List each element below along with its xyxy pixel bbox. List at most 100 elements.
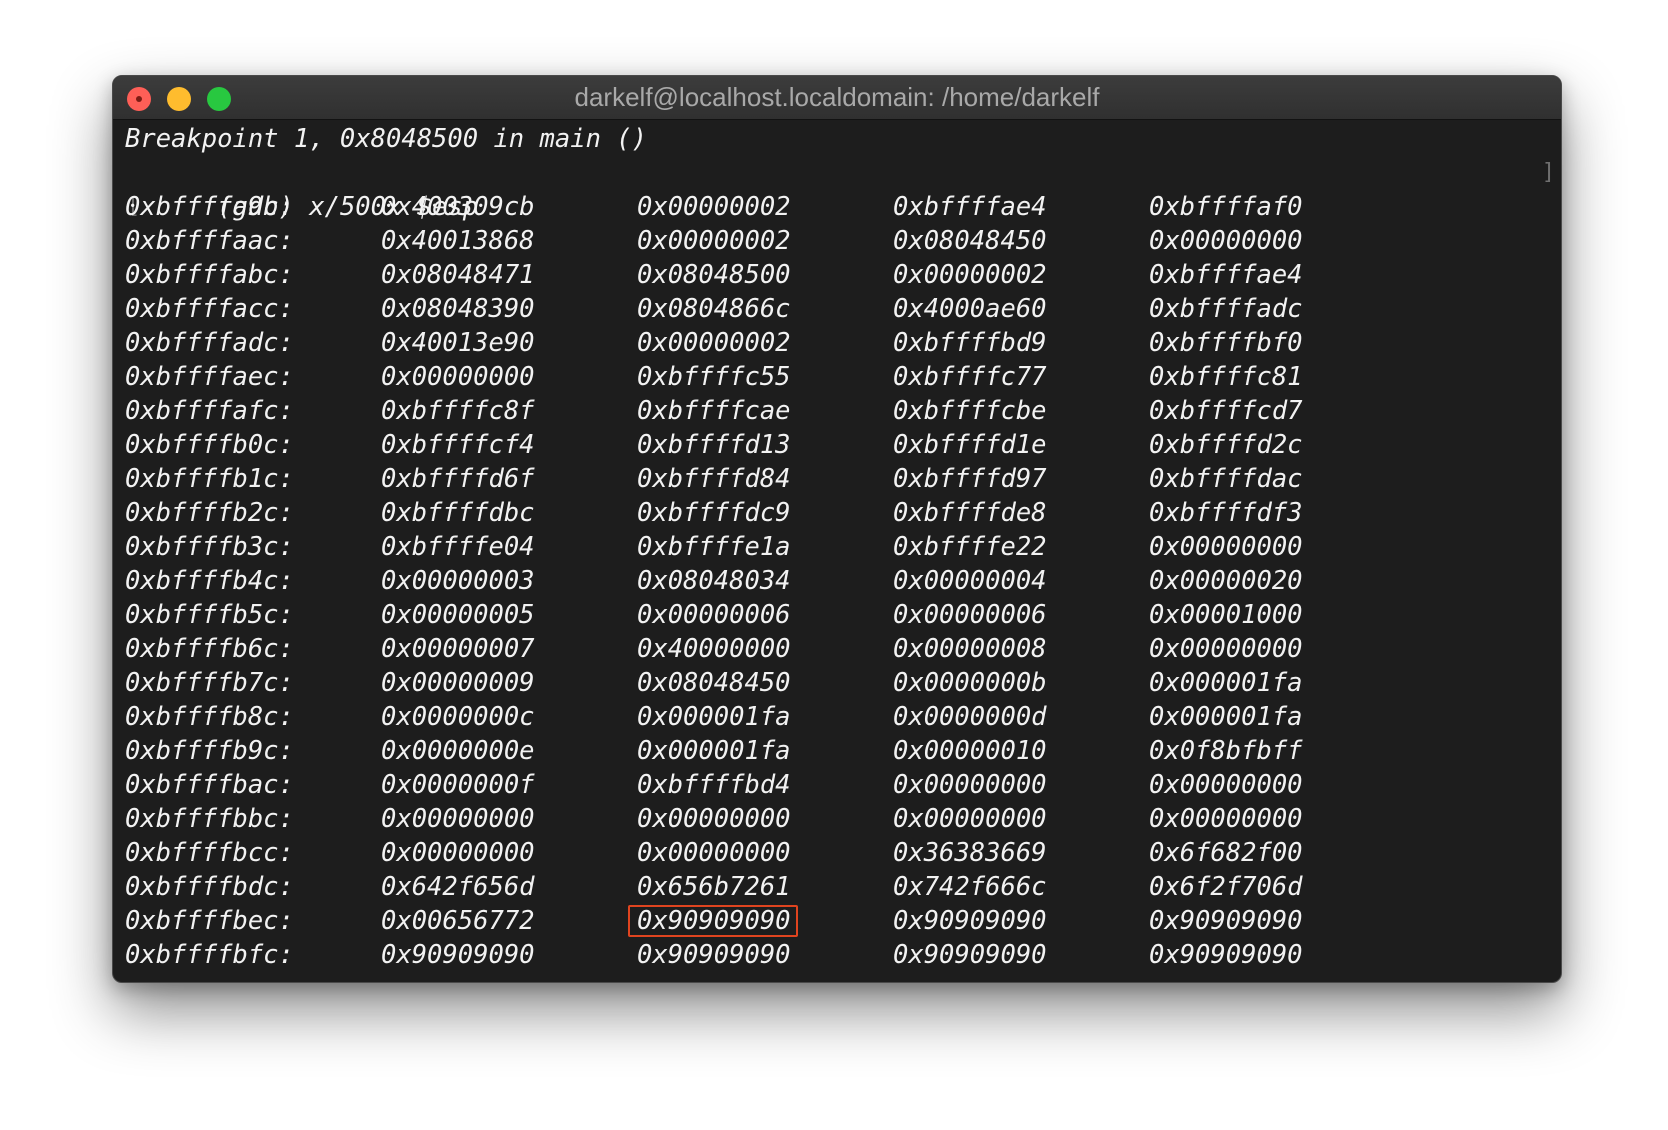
memory-word: 0xbffffdf3 [1149, 498, 1303, 528]
memory-row: 0xbffffb8c: 0x0000000c 0x000001fa 0x0000000… [125, 700, 1561, 734]
memory-word: 0x000001fa [637, 702, 791, 732]
memory-word: 0x00000007 [381, 634, 535, 664]
memory-word: 0x6f682f00 [1149, 838, 1303, 868]
memory-word: 0x00000004 [893, 566, 1047, 596]
memory-row: 0xbffffb0c: 0xbffffcf4 0xbffffd13 0xbffffd1… [125, 428, 1561, 462]
memory-address: 0xbffffaac: [125, 226, 294, 256]
memory-row: 0xbffffb7c: 0x00000009 0x08048450 0x0000000… [125, 666, 1561, 700]
memory-row: 0xbffffb1c: 0xbffffd6f 0xbffffd84 0xbffffd9… [125, 462, 1561, 496]
memory-word: 0xbffffdc9 [637, 498, 791, 528]
memory-word: 0x90909090 [637, 906, 791, 936]
memory-word: 0x00000000 [637, 804, 791, 834]
memory-word: 0x00000002 [637, 226, 791, 256]
memory-word: 0x000001fa [1149, 702, 1303, 732]
terminal-output[interactable]: Breakpoint 1, 0x8048500 in main () [(gdb… [113, 120, 1561, 982]
memory-word: 0xbffffbd9 [893, 328, 1047, 358]
memory-word: 0x08048500 [637, 260, 791, 290]
memory-row: 0xbffffb5c: 0x00000005 0x00000006 0x0000000… [125, 598, 1561, 632]
memory-address: 0xbffffb8c: [125, 702, 294, 732]
memory-row: 0xbffffadc: 0x40013e90 0x00000002 0xbffffbd… [125, 326, 1561, 360]
memory-word: 0x00000010 [893, 736, 1047, 766]
memory-address: 0xbffffb6c: [125, 634, 294, 664]
memory-word: 0xbffffde8 [893, 498, 1047, 528]
memory-address: 0xbffffbfc: [125, 940, 294, 970]
memory-word: 0x90909090 [893, 906, 1047, 936]
memory-word: 0x08048390 [381, 294, 535, 324]
memory-word: 0xbffffcf4 [381, 430, 535, 460]
memory-word: 0x400309cb [381, 192, 535, 222]
memory-word: 0xbffffae4 [1149, 260, 1303, 290]
memory-row: 0xbffffb3c: 0xbffffe04 0xbffffe1a 0xbffffe2… [125, 530, 1561, 564]
memory-word: 0x642f656d [381, 872, 535, 902]
memory-word: 0x36383669 [893, 838, 1047, 868]
breakpoint-line: Breakpoint 1, 0x8048500 in main () [125, 124, 647, 154]
memory-word: 0x0000000d [893, 702, 1047, 732]
memory-word: 0xbffffe1a [637, 532, 791, 562]
memory-row: 0xbffffb9c: 0x0000000e 0x000001fa 0x0000001… [125, 734, 1561, 768]
memory-row: 0xbffffbfc: 0x90909090 0x90909090 0x9090909… [125, 938, 1561, 972]
memory-word: 0x656b7261 [637, 872, 791, 902]
memory-word: 0x00000000 [1149, 634, 1303, 664]
memory-word: 0x4000ae60 [893, 294, 1047, 324]
memory-word: 0x00000002 [893, 260, 1047, 290]
memory-word: 0x00000009 [381, 668, 535, 698]
memory-address: 0xbffffbac: [125, 770, 294, 800]
memory-word: 0x0804866c [637, 294, 791, 324]
terminal-window: darkelf@localhost.localdomain: /home/dar… [112, 75, 1562, 983]
memory-address: 0xbffffb0c: [125, 430, 294, 460]
memory-address: 0xbffffadc: [125, 328, 294, 358]
memory-word: 0xbffffc81 [1149, 362, 1303, 392]
memory-address: 0xbffffb5c: [125, 600, 294, 630]
memory-word: 0xbffffd97 [893, 464, 1047, 494]
memory-word: 0x90909090 [1149, 940, 1303, 970]
memory-word: 0xbffffbf0 [1149, 328, 1303, 358]
memory-address: 0xbffffafc: [125, 396, 294, 426]
memory-address: 0xbffffb3c: [125, 532, 294, 562]
memory-row: 0xbffffbec: 0x00656772 0x90909090 0x9090909… [125, 904, 1561, 938]
memory-word: 0x00656772 [381, 906, 535, 936]
memory-word: 0xbffffadc [1149, 294, 1303, 324]
memory-word: 0x0000000b [893, 668, 1047, 698]
memory-word: 0x00000006 [893, 600, 1047, 630]
memory-row: 0xbffffbcc: 0x00000000 0x00000000 0x3638366… [125, 836, 1561, 870]
memory-word: 0x40013868 [381, 226, 535, 256]
memory-word: 0x00000000 [1149, 226, 1303, 256]
memory-word: 0x08048450 [893, 226, 1047, 256]
memory-word: 0xbffffdbc [381, 498, 535, 528]
memory-word: 0xbffffd2c [1149, 430, 1303, 460]
memory-row: 0xbffffaac: 0x40013868 0x00000002 0x0804845… [125, 224, 1561, 258]
memory-word: 0x00000002 [637, 328, 791, 358]
memory-row: 0xbffffbbc: 0x00000000 0x00000000 0x0000000… [125, 802, 1561, 836]
memory-word: 0xbffffcd7 [1149, 396, 1303, 426]
memory-word: 0x90909090 [637, 940, 791, 970]
memory-word: 0xbffffcae [637, 396, 791, 426]
memory-word: 0x0000000c [381, 702, 535, 732]
memory-word: 0x00000000 [1149, 770, 1303, 800]
memory-word: 0x000001fa [1149, 668, 1303, 698]
memory-word: 0xbffffc55 [637, 362, 791, 392]
memory-dump: 0xbffffa9c: 0x400309cb 0x00000002 0xbffffae… [125, 190, 1561, 972]
memory-word: 0x08048034 [637, 566, 791, 596]
memory-word: 0x6f2f706d [1149, 872, 1303, 902]
gdb-command-line: [(gdb) x/500x $esp ] [125, 156, 1561, 222]
memory-word: 0x00000000 [381, 362, 535, 392]
memory-word: 0x0000000e [381, 736, 535, 766]
memory-row: 0xbffffa9c: 0x400309cb 0x00000002 0xbffffae… [125, 190, 1561, 224]
memory-address: 0xbffffaec: [125, 362, 294, 392]
memory-word: 0x00001000 [1149, 600, 1303, 630]
memory-word: 0x00000000 [381, 804, 535, 834]
memory-address: 0xbffffb9c: [125, 736, 294, 766]
memory-word: 0xbffffd13 [637, 430, 791, 460]
memory-word: 0x0f8bfbff [1149, 736, 1303, 766]
memory-word: 0xbffffe22 [893, 532, 1047, 562]
title-bar[interactable]: darkelf@localhost.localdomain: /home/dar… [113, 76, 1561, 120]
memory-row: 0xbffffacc: 0x08048390 0x0804866c 0x4000ae6… [125, 292, 1561, 326]
memory-word: 0x00000000 [637, 838, 791, 868]
memory-row: 0xbffffaec: 0x00000000 0xbffffc55 0xbffffc7… [125, 360, 1561, 394]
memory-word: 0x00000005 [381, 600, 535, 630]
memory-word: 0xbffffd1e [893, 430, 1047, 460]
memory-address: 0xbffffacc: [125, 294, 294, 324]
memory-word: 0xbffffaf0 [1149, 192, 1303, 222]
memory-word: 0x0000000f [381, 770, 535, 800]
memory-address: 0xbffffa9c: [125, 192, 294, 222]
